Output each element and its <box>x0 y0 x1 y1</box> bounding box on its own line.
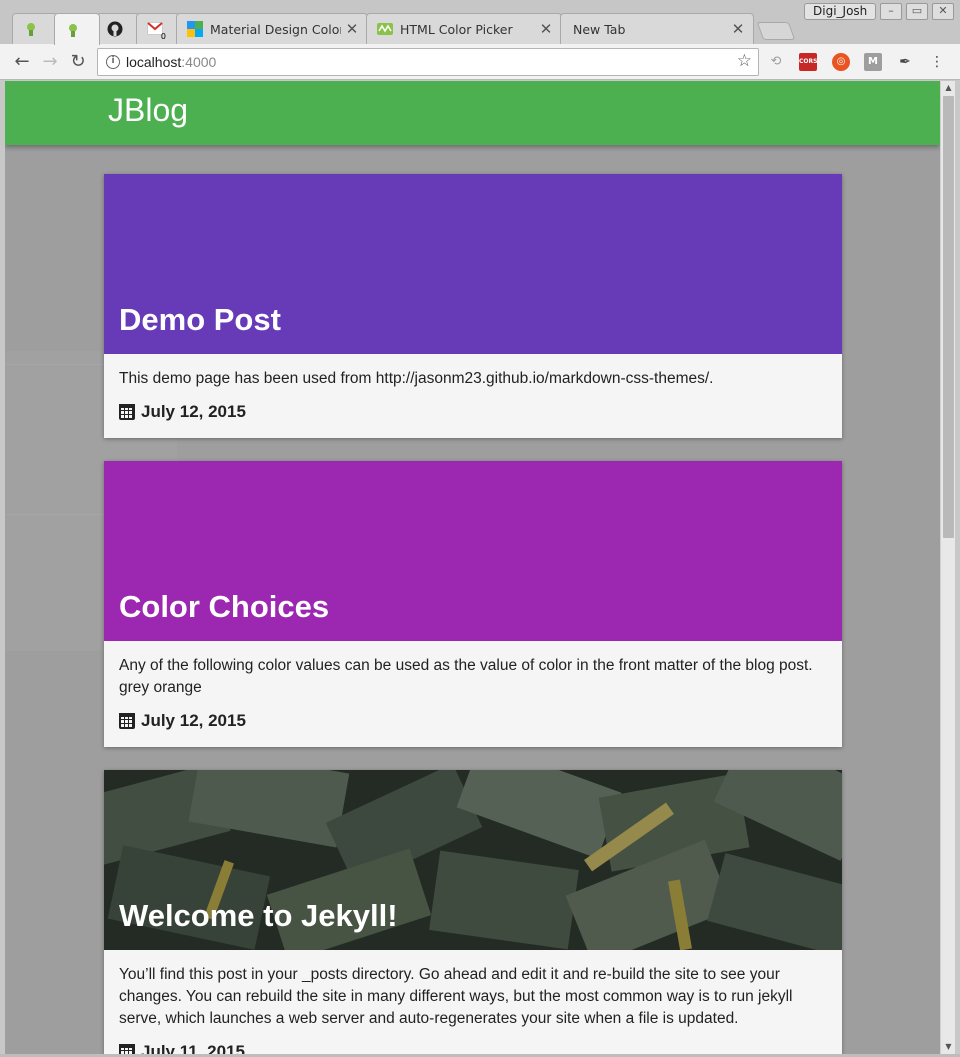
site-brand[interactable]: JBlog <box>108 92 188 129</box>
link-icon[interactable]: ⟲ <box>767 53 785 71</box>
post-excerpt: This demo page has been used from http:/… <box>119 370 714 387</box>
calendar-icon <box>119 713 135 729</box>
tab-strip: 0 Material Design Color ✕ HTML Color Pic… <box>0 0 960 45</box>
tab-title: Material Design Color <box>210 21 341 37</box>
tab-title: HTML Color Picker <box>400 21 513 37</box>
jekyll-icon <box>23 21 39 37</box>
ubuntu-icon[interactable]: ◎ <box>832 53 850 71</box>
tab-jekyll-active[interactable] <box>54 13 100 45</box>
post-card-header: Color Choices <box>104 461 842 641</box>
post-date-text: July 11, 2015 <box>141 1042 245 1054</box>
post-date-text: July 12, 2015 <box>141 402 246 421</box>
post-card-header: Welcome to Jekyll! <box>104 770 842 950</box>
gmail-badge: 0 <box>160 32 166 41</box>
tab-title: New Tab <box>573 21 626 37</box>
calendar-icon <box>119 1044 135 1054</box>
reload-icon[interactable]: ↻ <box>66 50 90 74</box>
back-arrow-icon[interactable]: ← <box>10 50 34 74</box>
minimize-icon[interactable]: – <box>880 3 902 20</box>
new-tab-button[interactable] <box>756 22 796 40</box>
scroll-thumb[interactable] <box>943 96 954 538</box>
post-card-body: This demo page has been used from http:/… <box>104 354 842 438</box>
m-icon[interactable]: M <box>864 53 882 71</box>
post-title[interactable]: Color Choices <box>119 589 329 625</box>
post-excerpt: Any of the following color values can be… <box>119 657 813 696</box>
page-viewport: JBlog Demo Post This demo page has been … <box>5 81 940 1054</box>
profile-button[interactable]: Digi_Josh <box>804 3 877 20</box>
color-picker-icon <box>377 21 393 37</box>
material-palette-icon <box>187 21 203 37</box>
tab-material-design-color[interactable]: Material Design Color ✕ <box>176 13 368 44</box>
background-overlay-line <box>5 364 105 365</box>
gmail-icon: 0 <box>147 21 166 41</box>
scroll-down-arrow-icon[interactable]: ▼ <box>941 1040 956 1054</box>
close-icon[interactable]: ✕ <box>345 20 359 38</box>
info-icon[interactable]: i <box>106 55 120 69</box>
post-date: July 11, 2015 <box>119 1042 827 1054</box>
eyedropper-icon[interactable]: ✒ <box>896 53 914 71</box>
jekyll-icon <box>65 22 81 38</box>
tab-gmail[interactable]: 0 <box>136 13 180 44</box>
post-date: July 12, 2015 <box>119 711 827 731</box>
close-icon[interactable]: ✕ <box>731 20 745 38</box>
app-bar: JBlog <box>5 81 940 145</box>
calendar-icon <box>119 404 135 420</box>
address-bar[interactable]: i localhost:4000 ☆ <box>97 48 759 76</box>
background-overlay-line <box>5 514 105 515</box>
post-date-text: July 12, 2015 <box>141 711 246 730</box>
bookmark-star-icon[interactable]: ☆ <box>737 51 752 71</box>
cors-icon[interactable]: CORS <box>799 53 817 71</box>
tab-jekyll-1[interactable] <box>12 13 58 44</box>
post-date: July 12, 2015 <box>119 402 827 422</box>
post-card-header: Demo Post <box>104 174 842 354</box>
post-card-body: Any of the following color values can be… <box>104 641 842 747</box>
post-card-body: You’ll find this post in your _posts dir… <box>104 950 842 1054</box>
tab-html-color-picker[interactable]: HTML Color Picker ✕ <box>366 13 562 44</box>
github-icon <box>107 21 123 37</box>
tab-new-tab[interactable]: New Tab ✕ <box>560 13 754 44</box>
page-scrollbar[interactable]: ▲ ▼ <box>940 81 955 1054</box>
menu-dots-icon[interactable]: ⋮ <box>928 53 946 71</box>
forward-arrow-icon[interactable]: → <box>38 50 62 74</box>
url-text[interactable]: localhost:4000 <box>126 54 216 70</box>
post-excerpt: You’ll find this post in your _posts dir… <box>119 966 793 1027</box>
post-card[interactable]: Color Choices Any of the following color… <box>104 461 842 747</box>
post-card[interactable]: Welcome to Jekyll! You’ll find this post… <box>104 770 842 1054</box>
post-title[interactable]: Welcome to Jekyll! <box>119 898 398 934</box>
browser-toolbar: ← → ↻ i localhost:4000 ☆ ⟲ CORS ◎ M ✒ ⋮ <box>0 44 960 80</box>
scroll-up-arrow-icon[interactable]: ▲ <box>941 81 956 95</box>
tab-github[interactable] <box>96 13 140 44</box>
maximize-icon[interactable]: ▭ <box>906 3 928 20</box>
post-title[interactable]: Demo Post <box>119 302 281 338</box>
close-icon[interactable]: ✕ <box>539 20 553 38</box>
post-card[interactable]: Demo Post This demo page has been used f… <box>104 174 842 438</box>
close-window-icon[interactable]: ✕ <box>932 3 954 20</box>
